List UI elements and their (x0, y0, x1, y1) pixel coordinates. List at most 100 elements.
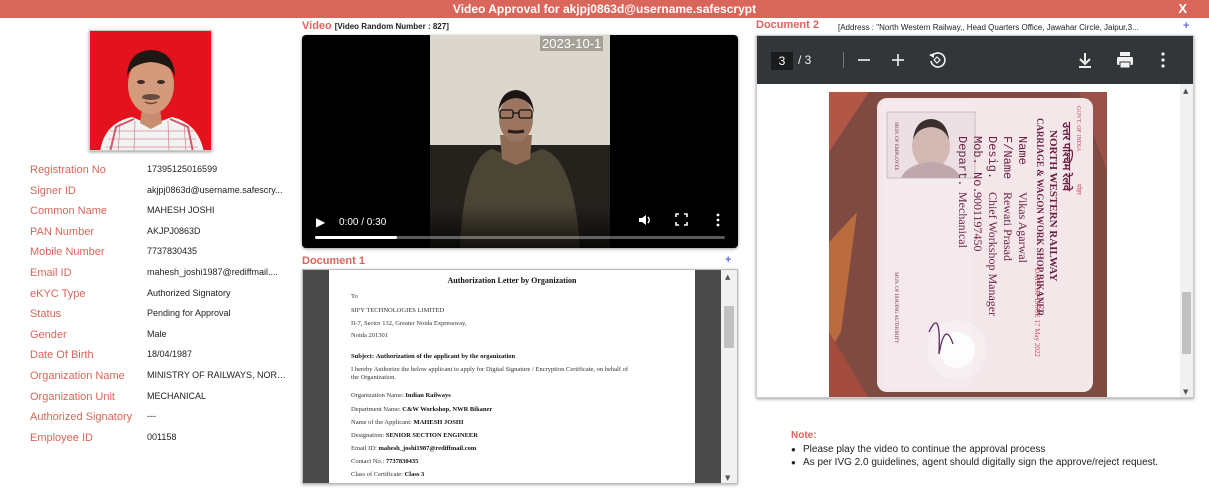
letter-org-value: Indian Railways (405, 392, 451, 399)
letter-email-label: Email ID: (351, 445, 377, 452)
applicant-details: Registration No 17395125016599 Signer ID a… (30, 162, 292, 450)
video-random-number: [Video Random Number : 827] (334, 22, 449, 31)
letter-contact-value: 7737830435 (385, 458, 419, 465)
letter-subject-text: Authorization of the applicant by the or… (375, 353, 516, 360)
card-mob-label: Mob. No. (970, 136, 984, 194)
title-bar: Video Approval for akjpj0863d@username.s… (0, 0, 1209, 18)
video-controls: ▶ 0:00 / 0:30 (302, 204, 738, 248)
video-player[interactable]: 2023-10-1 ▶ 0:00 / 0:30 (302, 35, 738, 248)
close-button[interactable]: X (1178, 0, 1187, 18)
detail-signer-id: Signer ID akjpj0863d@username.safescry... (30, 183, 292, 204)
letter-dept-label: Department Name: (351, 406, 401, 413)
video-progress-bar[interactable] (315, 236, 725, 239)
rotate-icon[interactable] (926, 49, 948, 71)
card-depart-label: Depart. (955, 136, 969, 186)
detail-label: Gender (30, 328, 67, 341)
letter-address-line1: II-7, Sector 132, Greater Noida Expressw… (351, 320, 467, 327)
note-item: As per IVG 2.0 guidelines, agent should … (791, 456, 1159, 469)
detail-value: Male (147, 328, 167, 339)
document1-expand-button[interactable]: + (725, 254, 731, 266)
id-card-image: GOVT. OF INDIA मोहर उत्तर पश्चिम रेलवे N… (829, 92, 1107, 397)
detail-value: Authorized Signatory (147, 287, 231, 298)
card-sign-authority: SIGN. OF ISSUING AUTHORITY (893, 272, 898, 344)
letter-desig-value: SENIOR SECTION ENGINEER (385, 432, 478, 439)
note-list: Please play the video to continue the ap… (791, 443, 1159, 469)
detail-authorized-signatory: Authorized Signatory --- (30, 409, 292, 430)
detail-email-id: Email ID mahesh_joshi1987@rediffmail.... (30, 265, 292, 286)
detail-value: 18/04/1987 (147, 349, 193, 360)
fullscreen-icon[interactable] (675, 213, 688, 229)
letter-dept: Department Name: C&W Workshop, NWR Bikan… (351, 406, 492, 413)
detail-label: Date Of Birth (30, 349, 94, 362)
scroll-up-icon[interactable]: ▲ (1183, 87, 1188, 95)
letter-designation: Designation: SENIOR SECTION ENGINEER (351, 432, 478, 439)
document2-expand-button[interactable]: + (1183, 20, 1189, 32)
detail-label: Status (30, 308, 62, 321)
document1-scrollbar[interactable]: ▲ ▼ (721, 270, 737, 483)
card-desig: Chief Workshop Manager (986, 192, 1000, 316)
detail-value: akjpj0863d@username.safescry... (147, 184, 283, 195)
video-heading: Video [Video Random Number : 827] (302, 20, 449, 32)
letter-applicant-label: Name of the Applicant: (351, 419, 412, 426)
letter-applicant-value: MAHESH JOSHI (413, 419, 464, 426)
letter-contact: Contact No.: 7737830435 (351, 458, 418, 465)
video-time: 0:00 / 0:30 (339, 217, 387, 228)
document1-viewer[interactable]: Authorization Letter by Organization To … (302, 269, 738, 484)
detail-value: AKJPJ0863D (147, 225, 201, 236)
detail-organization-unit: Organization Unit MECHANICAL (30, 389, 292, 410)
scroll-down-icon[interactable]: ▼ (1183, 388, 1188, 396)
detail-value: 7737830435 (147, 246, 198, 257)
video-title: Video (302, 20, 332, 32)
detail-label: Authorized Signatory (30, 411, 133, 424)
detail-mobile-number: Mobile Number 7737830435 (30, 244, 292, 265)
card-fname: Rewati Prasad (1001, 192, 1015, 261)
letter-email-value: mahesh_joshi1987@rediffmail.com (378, 445, 477, 452)
pdf-page-input[interactable]: 3 (771, 52, 793, 70)
detail-value: 17395125016599 (147, 164, 218, 174)
scrollbar-thumb[interactable] (1182, 292, 1191, 354)
svg-text:मोहर: मोहर (1075, 184, 1083, 195)
video-timestamp: 2023-10-1 (540, 36, 604, 51)
scroll-down-icon[interactable]: ▼ (725, 474, 730, 482)
letter-body-line1: I hereby Authorize the below applicant t… (351, 366, 629, 373)
zoom-out-icon[interactable] (853, 49, 875, 71)
scroll-up-icon[interactable]: ▲ (725, 273, 730, 281)
note-item: Please play the video to continue the ap… (791, 443, 1159, 456)
detail-registration-no: Registration No 17395125016599 (30, 162, 292, 183)
pdf-scrollbar[interactable]: ▲ ▼ (1180, 84, 1193, 397)
detail-value: MAHESH JOSHI (147, 205, 215, 216)
card-issue-date: DATE OF ISSUE 17 May 2022 (1033, 268, 1041, 357)
video-progress-fill (315, 236, 397, 239)
download-icon[interactable] (1074, 49, 1096, 71)
detail-label: PAN Number (30, 225, 94, 238)
detail-date-of-birth: Date Of Birth 18/04/1987 (30, 347, 292, 368)
pdf-viewer[interactable]: 3 / 3 GOVT. OF INDIA मोहर उत्तर पश्चिम र… (756, 35, 1194, 398)
zoom-in-icon[interactable] (887, 49, 909, 71)
volume-icon[interactable] (638, 213, 652, 230)
document1-title: Document 1 (302, 255, 365, 267)
detail-label: Signer ID (30, 184, 76, 197)
letter-body-line2: the Organization. (351, 374, 397, 381)
letter-subject-label: Subject: (351, 353, 375, 360)
letter-desig-label: Designation: (351, 432, 385, 439)
letter-applicant: Name of the Applicant: MAHESH JOSHI (351, 419, 464, 426)
card-name: Vikas Agarwal (1016, 192, 1030, 264)
detail-status: Status Pending for Approval (30, 306, 292, 327)
letter-org-label: Organization Name: (351, 392, 404, 399)
card-railway: NORTH WESTERN RAILWAY (1047, 130, 1059, 281)
pdf-toolbar: 3 / 3 (757, 36, 1193, 84)
detail-label: eKYC Type (30, 287, 86, 300)
print-icon[interactable] (1114, 49, 1136, 71)
letter-company: SIFY TECHNOLOGIES LIMITED (351, 307, 445, 314)
document2-address: [Address : "North Western Railway,, Head… (838, 23, 1139, 32)
more-options-icon[interactable] (715, 213, 721, 230)
detail-value: 001158 (147, 431, 177, 442)
detail-organization-name: Organization Name MINISTRY OF RAILWAYS, N… (30, 368, 292, 389)
card-hindi-org: उत्तर पश्चिम रेलवे (1060, 121, 1074, 192)
detail-label: Email ID (30, 266, 72, 279)
play-icon[interactable]: ▶ (316, 215, 325, 229)
note-box: Note: Please play the video to continue … (779, 430, 1159, 469)
scrollbar-thumb[interactable] (724, 306, 734, 348)
more-options-icon[interactable] (1152, 49, 1174, 71)
letter-class-value: Class 3 (404, 471, 425, 478)
